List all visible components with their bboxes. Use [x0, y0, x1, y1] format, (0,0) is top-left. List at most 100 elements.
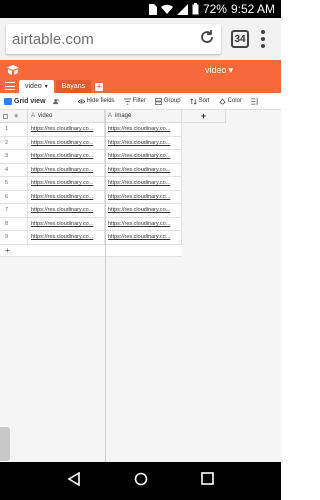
base-name-dropdown[interactable]: video ▾ [205, 65, 233, 76]
video-cell[interactable]: https://res.cloudinary.co... [28, 217, 105, 231]
chevron-down-icon: ▾ [44, 84, 48, 90]
row-number: 6 [0, 190, 28, 204]
table-tabs: video ▾ Bayans + [0, 80, 281, 93]
image-cell[interactable]: https://res.cloudinary.co... [105, 163, 182, 177]
table-row[interactable]: 4 https://res.cloudinary.co... https://r… [0, 163, 182, 177]
tab-video[interactable]: video ▾ [19, 80, 54, 93]
grid-body: 1 https://res.cloudinary.co... https://r… [0, 123, 182, 257]
grid-header: ◉ A video A image + [0, 110, 226, 123]
browser-menu-icon[interactable] [261, 30, 265, 48]
home-icon[interactable] [134, 472, 148, 491]
row-number: 4 [0, 163, 28, 177]
table-row[interactable]: 5 https://res.cloudinary.co... https://r… [0, 177, 182, 191]
row-height-icon[interactable] [250, 97, 258, 105]
add-record-button[interactable]: + [0, 244, 182, 257]
video-cell[interactable]: https://res.cloudinary.co... [28, 231, 105, 245]
table-row[interactable]: 7 https://res.cloudinary.co... https://r… [0, 204, 182, 218]
row-number: 8 [0, 217, 28, 231]
plus-icon: + [200, 111, 207, 121]
view-switcher[interactable]: Grid view [4, 97, 46, 105]
airtable-logo-icon[interactable] [6, 63, 20, 77]
table-row[interactable]: 6 https://res.cloudinary.co... https://r… [0, 190, 182, 204]
video-cell[interactable]: https://res.cloudinary.co... [28, 163, 105, 177]
hide-fields-button[interactable]: Hide fields [77, 98, 115, 105]
row-number: 3 [0, 150, 28, 164]
tab-label: Bayans [61, 83, 86, 90]
text-field-icon: A [108, 113, 113, 119]
back-icon[interactable] [67, 471, 81, 491]
sidebar-handle[interactable] [0, 427, 10, 461]
reload-icon[interactable] [199, 29, 215, 50]
group-button[interactable]: Group [154, 97, 181, 105]
tab-switcher-button[interactable]: 34 [231, 30, 249, 48]
add-field-button[interactable]: + [182, 110, 226, 123]
column-header-video[interactable]: A video [28, 110, 105, 123]
image-cell[interactable]: https://res.cloudinary.co... [105, 217, 182, 231]
table-row[interactable]: 1 https://res.cloudinary.co... https://r… [0, 123, 182, 137]
eye-icon [77, 98, 85, 104]
table-row[interactable]: 8 https://res.cloudinary.co... https://r… [0, 217, 182, 231]
image-cell[interactable]: https://res.cloudinary.co... [105, 136, 182, 150]
collaborators-icon[interactable] [52, 98, 61, 105]
group-label: Group [163, 98, 181, 104]
view-toolbar: Grid view Hide fields Filter Group Sort … [0, 93, 281, 110]
checkbox-icon[interactable] [3, 113, 8, 119]
tables-menu-icon[interactable] [5, 82, 15, 90]
sim-icon [148, 3, 157, 15]
row-number: 7 [0, 204, 28, 218]
column-name: video [38, 113, 53, 119]
row-number: 5 [0, 177, 28, 191]
grid-view-icon [4, 97, 12, 105]
tab-bayans[interactable]: Bayans [55, 80, 92, 93]
status-bar: 72% 9:52 AM [0, 0, 281, 18]
image-cell[interactable]: https://res.cloudinary.co... [105, 204, 182, 218]
tab-label: video [25, 83, 42, 90]
sort-icon [189, 97, 197, 105]
video-cell[interactable]: https://res.cloudinary.co... [28, 204, 105, 218]
color-button[interactable]: Color [218, 97, 242, 105]
android-nav-bar [0, 462, 281, 500]
color-label: Color [227, 98, 242, 104]
hide-fields-label: Hide fields [86, 98, 115, 104]
select-all-header[interactable]: ◉ [0, 110, 28, 123]
app-header: video ▾ [0, 60, 281, 80]
table-row[interactable]: 3 https://res.cloudinary.co... https://r… [0, 150, 182, 164]
paint-icon [218, 97, 226, 105]
browser-toolbar: airtable.com 34 [0, 18, 281, 60]
row-number: 1 [0, 123, 28, 137]
image-cell[interactable]: https://res.cloudinary.co... [105, 190, 182, 204]
group-icon [154, 97, 162, 105]
image-cell[interactable]: https://res.cloudinary.co... [105, 177, 182, 191]
recents-icon[interactable] [201, 472, 215, 490]
video-cell[interactable]: https://res.cloudinary.co... [28, 136, 105, 150]
battery-percent: 72% [202, 2, 227, 16]
sort-label: Sort [198, 98, 210, 104]
table-row[interactable]: 2 https://res.cloudinary.co... https://r… [0, 136, 182, 150]
filter-button[interactable]: Filter [123, 97, 146, 105]
filter-label: Filter [132, 98, 146, 104]
column-header-image[interactable]: A image [105, 110, 182, 123]
sort-button[interactable]: Sort [189, 97, 210, 105]
video-cell[interactable]: https://res.cloudinary.co... [28, 123, 105, 137]
url-text[interactable]: airtable.com [12, 31, 94, 48]
table-row[interactable]: 9 https://res.cloudinary.co... https://r… [0, 231, 182, 245]
video-cell[interactable]: https://res.cloudinary.co... [28, 190, 105, 204]
video-cell[interactable]: https://res.cloudinary.co... [28, 150, 105, 164]
column-name: image [115, 113, 132, 119]
column-divider[interactable] [105, 110, 106, 462]
chevron-down-icon: ▾ [228, 64, 233, 75]
signal-icon [176, 3, 188, 15]
address-bar[interactable]: airtable.com [6, 24, 221, 54]
row-number: 9 [0, 231, 28, 245]
add-table-button[interactable]: + [95, 83, 104, 91]
image-cell[interactable]: https://res.cloudinary.co... [105, 150, 182, 164]
filter-icon [123, 97, 131, 105]
video-cell[interactable]: https://res.cloudinary.co... [28, 177, 105, 191]
image-cell[interactable]: https://res.cloudinary.co... [105, 123, 182, 137]
base-name: video [204, 65, 227, 75]
battery-icon [192, 3, 199, 15]
image-cell[interactable]: https://res.cloudinary.co... [105, 231, 182, 245]
clock: 9:52 AM [230, 2, 275, 16]
text-field-icon: A [31, 113, 36, 119]
info-icon: ◉ [14, 113, 19, 119]
